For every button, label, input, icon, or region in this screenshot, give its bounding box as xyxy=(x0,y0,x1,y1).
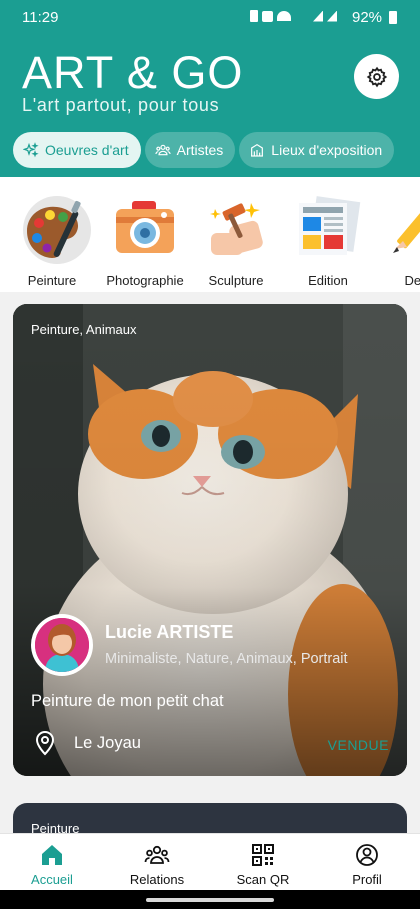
status-time: 11:29 xyxy=(22,9,59,26)
nav-relations[interactable]: Relations xyxy=(112,842,202,887)
category-edition[interactable]: Edition xyxy=(278,193,378,288)
sculpture-icon xyxy=(201,193,271,265)
category-photographie[interactable]: Photographie xyxy=(95,193,195,288)
app-title: ART & GO xyxy=(22,47,244,98)
palette-icon xyxy=(17,193,91,265)
artwork-title: Peinture de mon petit chat xyxy=(31,692,224,710)
people-icon xyxy=(155,144,171,156)
app-header: ART & GO L'art partout, pour tous Oeuvre… xyxy=(0,32,420,177)
artwork-tags: Peinture, Animaux xyxy=(31,322,137,337)
nav-label: Accueil xyxy=(31,872,73,887)
status-badge: VENDUE xyxy=(327,737,389,753)
tab-bar: Oeuvres d'art Artistes Lieux d'expositio… xyxy=(13,132,395,168)
home-icon xyxy=(42,845,62,865)
category-label: Photographie xyxy=(106,273,184,288)
nav-scan-qr[interactable]: Scan QR xyxy=(218,842,308,887)
gesture-bar xyxy=(0,890,420,909)
tab-artistes[interactable]: Artistes xyxy=(144,132,236,168)
avatar-illustration xyxy=(35,618,89,672)
pencil-icon xyxy=(381,193,420,265)
artist-avatar[interactable] xyxy=(31,614,93,676)
gear-icon xyxy=(366,66,387,87)
app-subtitle: L'art partout, pour tous xyxy=(22,95,220,115)
category-strip: Peinture Photographie Sculpture Edition … xyxy=(0,177,420,292)
artist-tags: Minimaliste, Nature, Animaux, Portrait xyxy=(105,651,348,667)
mute-icon xyxy=(262,10,273,22)
tab-oeuvres[interactable]: Oeuvres d'art xyxy=(13,132,141,168)
volte-icon xyxy=(295,12,309,20)
newspaper-icon xyxy=(293,193,363,265)
home-indicator[interactable] xyxy=(146,898,274,902)
battery-icon xyxy=(389,11,397,24)
category-partial[interactable]: Des xyxy=(366,193,420,288)
nav-label: Relations xyxy=(129,872,185,887)
sparkles-icon xyxy=(23,142,39,158)
tab-artistes-label: Artistes xyxy=(176,142,224,158)
nav-label: Scan QR xyxy=(236,872,290,887)
nav-accueil[interactable]: Accueil xyxy=(7,842,97,887)
profile-icon xyxy=(356,844,378,866)
settings-button[interactable] xyxy=(354,54,399,99)
nav-label: Profil xyxy=(352,872,382,887)
battery-level: 92% xyxy=(352,9,383,26)
nav-profil[interactable]: Profil xyxy=(322,842,412,887)
qr-code-icon xyxy=(252,844,274,866)
category-label: Des xyxy=(404,273,420,288)
category-label: Sculpture xyxy=(208,273,264,288)
status-bar: 11:29 92% xyxy=(0,0,420,32)
signal-icon xyxy=(327,10,337,22)
category-peinture[interactable]: Peinture xyxy=(2,193,102,288)
camera-icon xyxy=(110,193,180,265)
status-icons xyxy=(250,10,337,22)
tab-oeuvres-label: Oeuvres d'art xyxy=(45,142,129,158)
location-name[interactable]: Le Joyau xyxy=(74,734,141,753)
location-pin-icon xyxy=(35,731,55,756)
bottom-navigation: Accueil Relations Scan QR Profil xyxy=(0,833,420,890)
category-sculpture[interactable]: Sculpture xyxy=(186,193,286,288)
wifi-icon xyxy=(277,11,291,21)
museum-icon xyxy=(251,143,264,157)
artwork-card[interactable]: Peinture, Animaux Lucie ARTISTE Minimali… xyxy=(13,304,407,776)
tab-lieux-label: Lieux d'exposition xyxy=(271,142,383,158)
category-label: Edition xyxy=(308,273,348,288)
sim-icon xyxy=(250,10,258,22)
artist-name[interactable]: Lucie ARTISTE xyxy=(105,622,233,643)
tab-lieux[interactable]: Lieux d'exposition xyxy=(239,132,395,168)
relations-icon xyxy=(144,845,170,864)
signal-icon xyxy=(313,10,323,22)
category-label: Peinture xyxy=(27,273,77,288)
